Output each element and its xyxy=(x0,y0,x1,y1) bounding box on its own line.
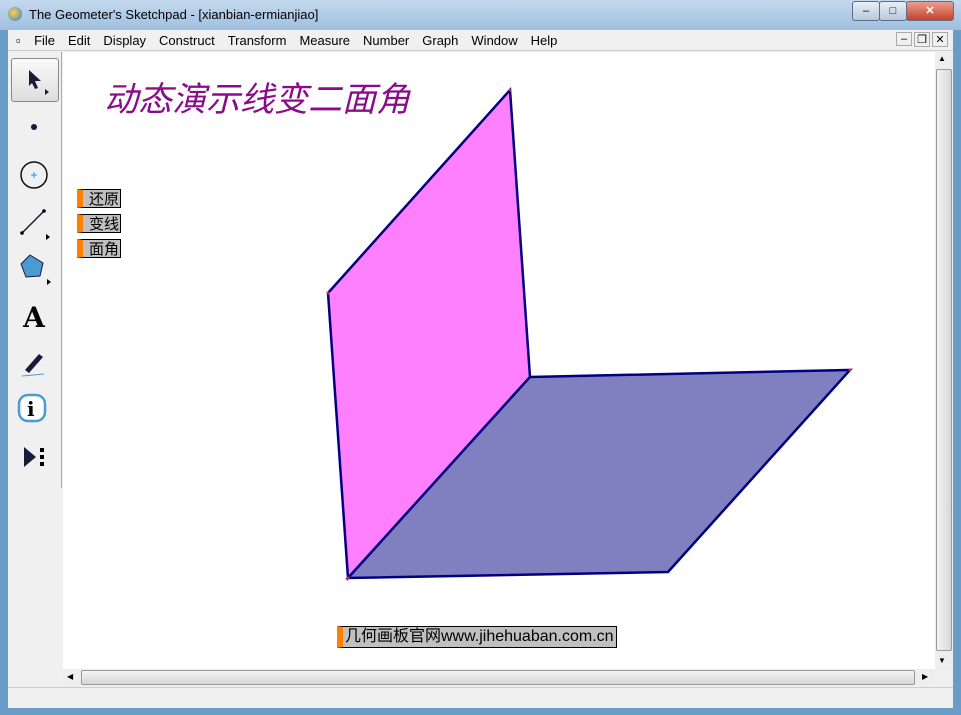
doc-restore-button[interactable]: ❐ xyxy=(914,32,930,47)
horizontal-scrollbar[interactable]: ◀ ▶ xyxy=(63,669,935,686)
svg-text:i: i xyxy=(27,397,35,421)
menu-bar: ▫ File Edit Display Construct Transform Measu… xyxy=(8,30,953,51)
menu-transform[interactable]: Transform xyxy=(221,30,293,48)
arrow-select-icon[interactable] xyxy=(11,58,59,102)
menu-file[interactable]: File xyxy=(27,30,61,48)
vertical-scrollbar[interactable]: ▲ ▼ xyxy=(935,52,952,669)
dihedral-angle-figure xyxy=(326,86,853,582)
app-icon xyxy=(8,7,22,21)
status-bar xyxy=(8,687,953,708)
minimize-button[interactable]: – xyxy=(852,1,880,21)
horizontal-scroll-thumb[interactable] xyxy=(81,670,915,685)
scroll-left-arrow[interactable]: ◀ xyxy=(67,672,73,681)
doc-minimize-button[interactable]: – xyxy=(896,32,912,46)
close-button[interactable]: ✕ xyxy=(906,1,954,21)
menu-window[interactable]: Window xyxy=(464,30,523,48)
vertical-scroll-thumb[interactable] xyxy=(936,69,952,651)
polygon-icon[interactable] xyxy=(11,248,57,290)
compass-icon[interactable] xyxy=(11,154,57,196)
change-line-button[interactable]: 变线 xyxy=(77,214,121,233)
scroll-right-arrow[interactable]: ▶ xyxy=(922,672,928,681)
maximize-button[interactable]: □ xyxy=(879,1,907,21)
toolbox: A i xyxy=(8,52,62,488)
point-icon[interactable] xyxy=(11,106,57,148)
document-icon[interactable]: ▫ xyxy=(8,30,23,48)
menu-number[interactable]: Number xyxy=(356,30,415,48)
sketch-canvas[interactable] xyxy=(63,52,935,669)
marker-icon[interactable] xyxy=(11,342,57,384)
straightedge-icon[interactable] xyxy=(11,202,57,244)
menu-help[interactable]: Help xyxy=(524,30,564,48)
menu-display[interactable]: Display xyxy=(96,30,152,48)
doc-close-button[interactable]: ✕ xyxy=(932,32,948,47)
sketch-heading: 动态演示线变二面角 xyxy=(104,80,410,120)
menu-edit[interactable]: Edit xyxy=(61,30,96,48)
text-icon[interactable]: A xyxy=(11,296,57,338)
dihedral-button[interactable]: 面角 xyxy=(77,239,121,258)
info-icon[interactable]: i xyxy=(11,388,57,430)
restore-button[interactable]: 还原 xyxy=(77,189,121,208)
menu-measure[interactable]: Measure xyxy=(292,30,356,48)
website-link-button[interactable]: 几何画板官网www.jihehuaban.com.cn xyxy=(337,626,617,648)
scroll-down-arrow[interactable]: ▼ xyxy=(938,656,946,665)
menu-construct[interactable]: Construct xyxy=(152,30,221,48)
menu-graph[interactable]: Graph xyxy=(415,30,464,48)
custom-tool-icon[interactable] xyxy=(11,436,57,478)
scroll-up-arrow[interactable]: ▲ xyxy=(938,54,946,63)
window-title: The Geometer's Sketchpad - [xianbian-erm… xyxy=(29,7,319,22)
